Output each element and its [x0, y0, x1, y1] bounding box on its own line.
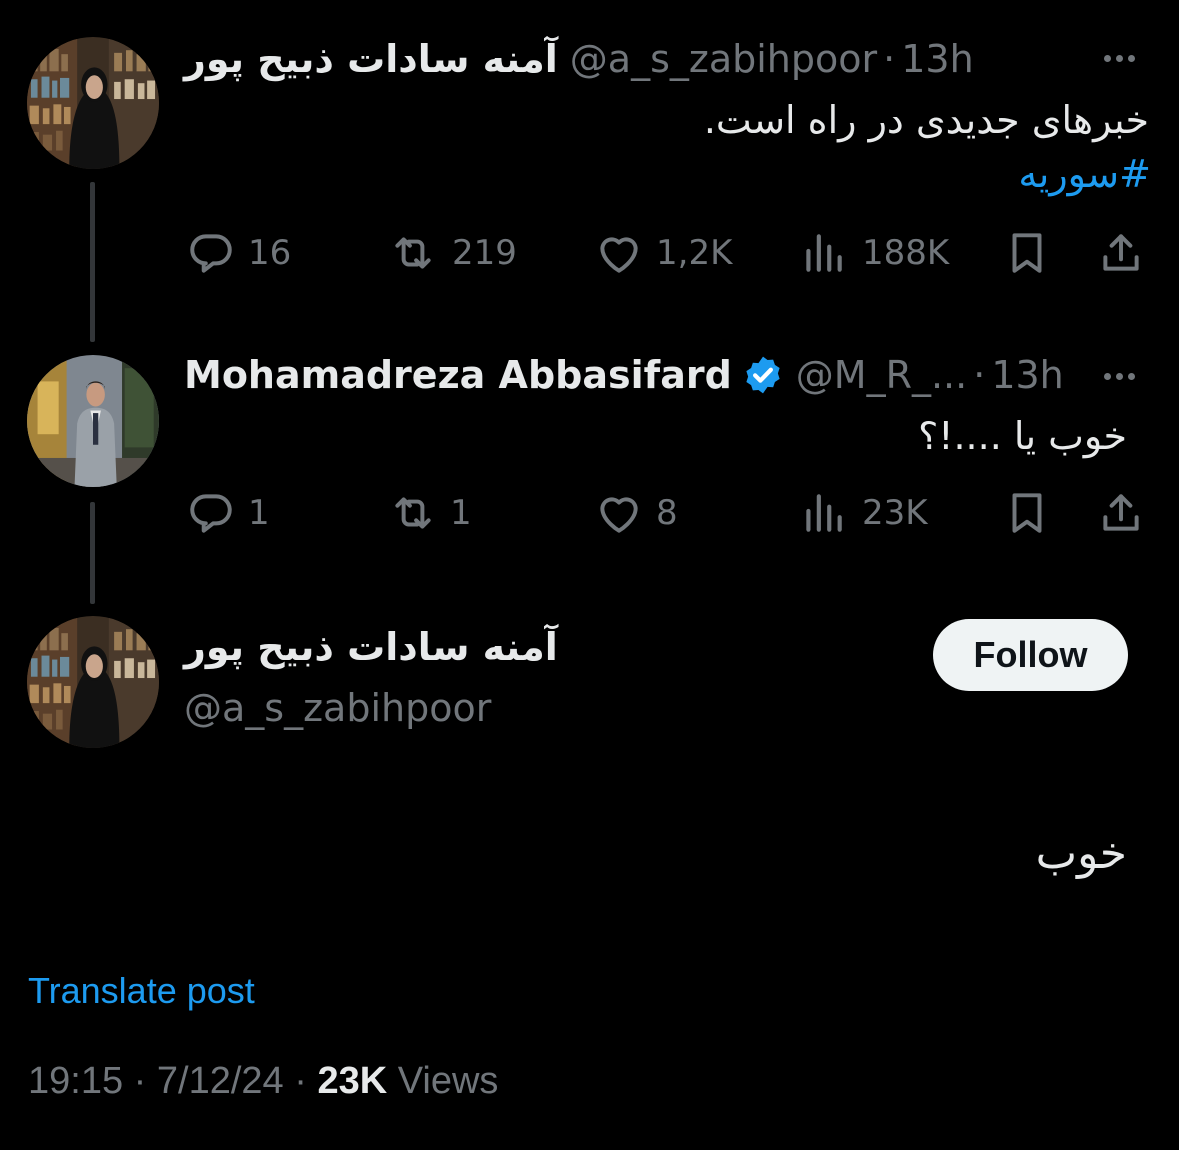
- follow-button[interactable]: Follow: [933, 619, 1128, 691]
- tweet1-timestamp[interactable]: 13h: [901, 37, 973, 81]
- like-button[interactable]: 8: [594, 488, 678, 538]
- views-icon: [798, 228, 848, 278]
- bookmark-button[interactable]: [1002, 488, 1052, 538]
- like-icon: [594, 228, 644, 278]
- repost-icon: [388, 488, 438, 538]
- share-icon: [1096, 488, 1146, 538]
- like-icon: [594, 488, 644, 538]
- like-count: 1,2K: [656, 233, 733, 273]
- like-count: 8: [656, 493, 678, 533]
- tweet1-header: آمنه سادات ذبیح پور @a_s_zabihpoor · 13h: [184, 34, 974, 84]
- tweet1-author-handle[interactable]: @a_s_zabihpoor: [570, 37, 877, 81]
- views-count: 23K: [862, 493, 928, 533]
- post-time[interactable]: 19:15: [28, 1060, 123, 1102]
- share-icon: [1096, 228, 1146, 278]
- tweet1-actions: 16 219 1,2K 188K: [186, 228, 1150, 278]
- main-author-name[interactable]: آمنه سادات ذبیح پور: [184, 625, 558, 669]
- main-tweet-text: خوب: [1035, 828, 1127, 879]
- repost-count: 1: [450, 493, 472, 533]
- separator-dot: ·: [133, 1060, 147, 1102]
- bookmark-icon: [1002, 488, 1052, 538]
- tweet1-author-name[interactable]: آمنه سادات ذبیح پور: [184, 37, 558, 81]
- tweet2-author-handle[interactable]: @M_R_...: [796, 353, 967, 397]
- repost-button[interactable]: 1: [388, 488, 472, 538]
- thread-line: [90, 182, 95, 342]
- tweet2-text: خوب یا ....!؟: [918, 414, 1127, 458]
- separator-dot: ·: [973, 353, 986, 397]
- avatar[interactable]: [27, 37, 159, 169]
- views-button[interactable]: 188K: [798, 228, 949, 278]
- tweet2-actions: 1 1 8 23K: [186, 488, 1150, 538]
- avatar-image: [27, 355, 159, 487]
- reply-count: 16: [248, 233, 292, 273]
- share-button[interactable]: [1096, 228, 1146, 278]
- tweet2-author-name[interactable]: Mohamadreza Abbasifard: [184, 353, 732, 397]
- tweet1-text: خبرهای جدیدی در راه است.: [703, 98, 1149, 142]
- avatar[interactable]: [27, 355, 159, 487]
- thread-line: [90, 502, 95, 604]
- tweet2-header: Mohamadreza Abbasifard @M_R_... · 13h: [184, 350, 1064, 400]
- views-button[interactable]: 23K: [798, 488, 928, 538]
- share-button[interactable]: [1096, 488, 1146, 538]
- reply-button[interactable]: 16: [186, 228, 291, 278]
- reply-icon: [186, 228, 236, 278]
- reply-button[interactable]: 1: [186, 488, 270, 538]
- repost-button[interactable]: 219: [388, 228, 517, 278]
- avatar-image: [27, 37, 159, 169]
- tweet1-hashtag[interactable]: #سوریه: [1018, 152, 1151, 196]
- separator-dot: ·: [294, 1060, 307, 1102]
- more-icon[interactable]: [1104, 48, 1135, 68]
- post-meta: 19:15 · 7/12/24 · 23K Views: [28, 1060, 498, 1103]
- views-icon: [798, 488, 848, 538]
- avatar[interactable]: [27, 616, 159, 748]
- reply-icon: [186, 488, 236, 538]
- repost-icon: [388, 228, 438, 278]
- translate-post-link[interactable]: Translate post: [28, 970, 255, 1012]
- views-label: Views: [397, 1060, 499, 1102]
- main-author-handle[interactable]: @a_s_zabihpoor: [184, 686, 491, 730]
- views-count: 188K: [862, 233, 950, 273]
- tweet2-timestamp[interactable]: 13h: [991, 353, 1063, 397]
- more-icon[interactable]: [1104, 366, 1135, 386]
- repost-count: 219: [452, 233, 517, 273]
- verified-icon: [746, 356, 780, 394]
- separator-dot: ·: [883, 37, 896, 81]
- post-date[interactable]: 7/12/24: [157, 1060, 284, 1102]
- bookmark-icon: [1002, 228, 1052, 278]
- reply-count: 1: [248, 493, 270, 533]
- bookmark-button[interactable]: [1002, 228, 1052, 278]
- like-button[interactable]: 1,2K: [594, 228, 732, 278]
- avatar-image: [27, 616, 159, 748]
- views-total[interactable]: 23K: [317, 1060, 387, 1102]
